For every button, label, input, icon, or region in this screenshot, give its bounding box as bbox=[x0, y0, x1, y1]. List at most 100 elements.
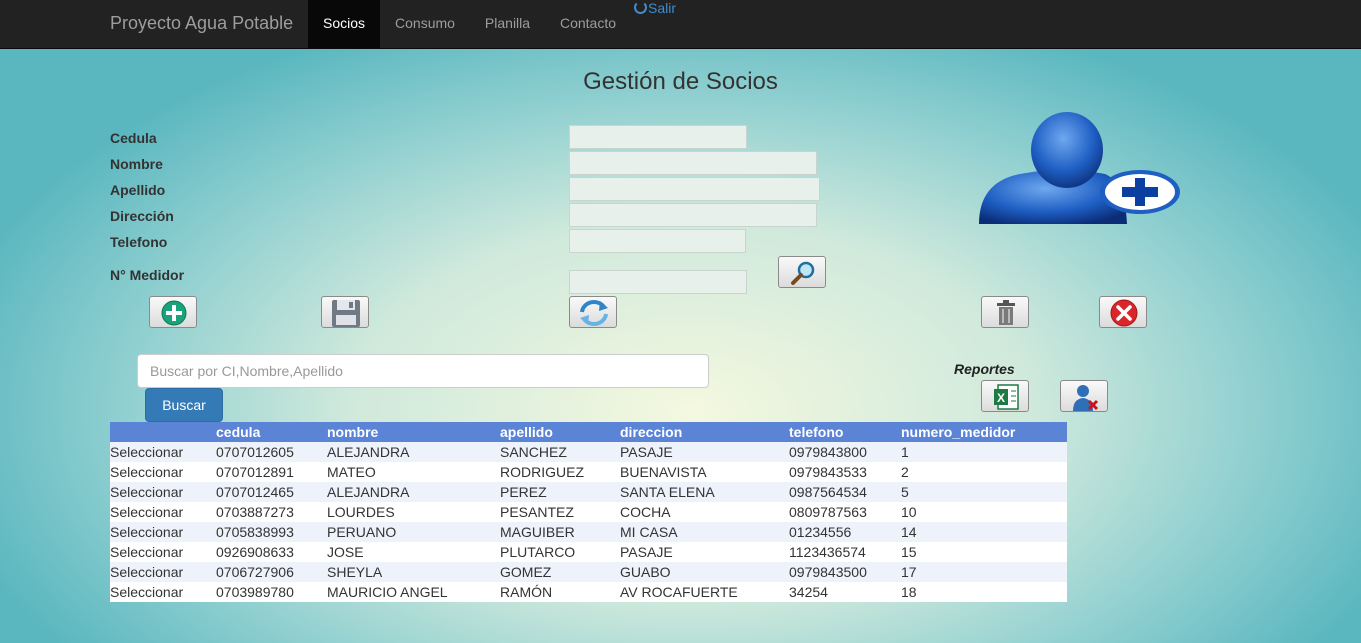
user-remove-icon bbox=[1073, 385, 1099, 411]
refresh-icon bbox=[580, 300, 608, 326]
cedula-label: Cedula bbox=[110, 130, 157, 146]
logout-link[interactable]: Salir bbox=[634, 0, 676, 16]
select-link[interactable]: Seleccionar bbox=[110, 482, 216, 502]
table-header-row: cedula nombre apellido direccion telefono num… bbox=[110, 422, 1067, 442]
save-button[interactable] bbox=[321, 296, 369, 328]
column-header: numero_medidor bbox=[901, 422, 1067, 442]
table-cell: 0987564534 bbox=[789, 482, 901, 502]
user-report-button[interactable] bbox=[1060, 380, 1108, 412]
table-row: Seleccionar 0706727906 SHEYLA GOMEZ GUABO 097… bbox=[110, 562, 1067, 582]
delete-button[interactable] bbox=[981, 296, 1029, 328]
table-cell: PASAJE bbox=[620, 442, 789, 462]
table-cell: 0707012891 bbox=[216, 462, 327, 482]
table-cell: 5 bbox=[901, 482, 1067, 502]
table-cell: MAURICIO ANGEL bbox=[327, 582, 500, 602]
column-header bbox=[110, 422, 216, 442]
table-row: Seleccionar 0926908633 JOSE PLUTARCO PASAJE 1… bbox=[110, 542, 1067, 562]
excel-report-button[interactable]: X bbox=[981, 380, 1029, 412]
table-cell: SANTA ELENA bbox=[620, 482, 789, 502]
table-cell: MI CASA bbox=[620, 522, 789, 542]
table-cell: JOSE bbox=[327, 542, 500, 562]
table-cell: 0707012465 bbox=[216, 482, 327, 502]
telefono-field[interactable] bbox=[569, 229, 746, 253]
medidor-label: N° Medidor bbox=[110, 267, 185, 283]
table-row: Seleccionar 0703887273 LOURDES PESANTEZ COCH… bbox=[110, 502, 1067, 522]
table-cell: GUABO bbox=[620, 562, 789, 582]
table-cell: 17 bbox=[901, 562, 1067, 582]
table-cell: ALEJANDRA bbox=[327, 442, 500, 462]
table-row: Seleccionar 0707012891 MATEO RODRIGUEZ BUENA… bbox=[110, 462, 1067, 482]
nav-contacto[interactable]: Contacto bbox=[545, 0, 631, 48]
table-cell: PASAJE bbox=[620, 542, 789, 562]
nombre-field[interactable] bbox=[569, 151, 817, 175]
brand[interactable]: Proyecto Agua Potable bbox=[110, 13, 293, 34]
table-cell: 01234556 bbox=[789, 522, 901, 542]
table-cell: 1123436574 bbox=[789, 542, 901, 562]
cancel-button[interactable] bbox=[1099, 296, 1147, 328]
table-cell: SHEYLA bbox=[327, 562, 500, 582]
select-link[interactable]: Seleccionar bbox=[110, 502, 216, 522]
table-cell: LOURDES bbox=[327, 502, 500, 522]
direccion-field[interactable] bbox=[569, 203, 817, 227]
table-cell: PERUANO bbox=[327, 522, 500, 542]
cedula-field[interactable] bbox=[569, 125, 747, 149]
table-cell: 34254 bbox=[789, 582, 901, 602]
table-cell: 0979843800 bbox=[789, 442, 901, 462]
column-header: nombre bbox=[327, 422, 500, 442]
table-cell: 0707012605 bbox=[216, 442, 327, 462]
select-link[interactable]: Seleccionar bbox=[110, 442, 216, 462]
table-cell: ALEJANDRA bbox=[327, 482, 500, 502]
select-link[interactable]: Seleccionar bbox=[110, 462, 216, 482]
page-title: Gestión de Socios bbox=[583, 68, 778, 95]
user-add-icon bbox=[979, 112, 1180, 224]
excel-icon: X bbox=[994, 384, 1019, 410]
table-cell: PESANTEZ bbox=[500, 502, 620, 522]
nav-socios[interactable]: Socios bbox=[308, 0, 380, 48]
column-header: apellido bbox=[500, 422, 620, 442]
table-body: Seleccionar 0707012605 ALEJANDRA SANCHEZ PAS… bbox=[110, 442, 1067, 602]
table-cell: COCHA bbox=[620, 502, 789, 522]
add-icon bbox=[161, 300, 187, 326]
table-row: Seleccionar 0705838993 PERUANO MAGUIBER MI C… bbox=[110, 522, 1067, 542]
table-cell: PEREZ bbox=[500, 482, 620, 502]
table-cell: SANCHEZ bbox=[500, 442, 620, 462]
table-cell: BUENAVISTA bbox=[620, 462, 789, 482]
table-cell: RAMÓN bbox=[500, 582, 620, 602]
column-header: direccion bbox=[620, 422, 789, 442]
nav-consumo[interactable]: Consumo bbox=[380, 0, 470, 48]
table-cell: MATEO bbox=[327, 462, 500, 482]
select-link[interactable]: Seleccionar bbox=[110, 582, 216, 602]
navbar: Proyecto Agua Potable Socios Consumo Pla… bbox=[0, 0, 1361, 49]
table-cell: 0809787563 bbox=[789, 502, 901, 522]
save-icon bbox=[332, 300, 360, 327]
table-cell: 0703887273 bbox=[216, 502, 327, 522]
search-medidor-button[interactable] bbox=[778, 256, 826, 288]
table-cell: 15 bbox=[901, 542, 1067, 562]
select-link[interactable]: Seleccionar bbox=[110, 562, 216, 582]
table-row: Seleccionar 0707012605 ALEJANDRA SANCHEZ PAS… bbox=[110, 442, 1067, 462]
buscar-button[interactable]: Buscar bbox=[145, 388, 223, 422]
refresh-button[interactable] bbox=[569, 296, 617, 328]
close-icon bbox=[1110, 299, 1138, 327]
table-cell: 14 bbox=[901, 522, 1067, 542]
apellido-label: Apellido bbox=[110, 182, 166, 198]
medidor-field[interactable] bbox=[569, 270, 747, 294]
table-cell: 0703989780 bbox=[216, 582, 327, 602]
direccion-label: Dirección bbox=[110, 208, 174, 224]
search-input[interactable] bbox=[137, 354, 709, 388]
select-link[interactable]: Seleccionar bbox=[110, 542, 216, 562]
table-cell: 0705838993 bbox=[216, 522, 327, 542]
table-cell: 0926908633 bbox=[216, 542, 327, 562]
table-cell: PLUTARCO bbox=[500, 542, 620, 562]
table-cell: 1 bbox=[901, 442, 1067, 462]
select-link[interactable]: Seleccionar bbox=[110, 522, 216, 542]
logout-label: Salir bbox=[648, 0, 677, 16]
add-button[interactable] bbox=[149, 296, 197, 328]
table-cell: 0706727906 bbox=[216, 562, 327, 582]
apellido-field[interactable] bbox=[569, 177, 820, 201]
nav-planilla[interactable]: Planilla bbox=[470, 0, 545, 48]
table-cell: 18 bbox=[901, 582, 1067, 602]
telefono-label: Telefono bbox=[110, 234, 168, 250]
magnifier-icon bbox=[791, 261, 815, 285]
socios-table: cedula nombre apellido direccion telefono num… bbox=[110, 422, 1067, 602]
